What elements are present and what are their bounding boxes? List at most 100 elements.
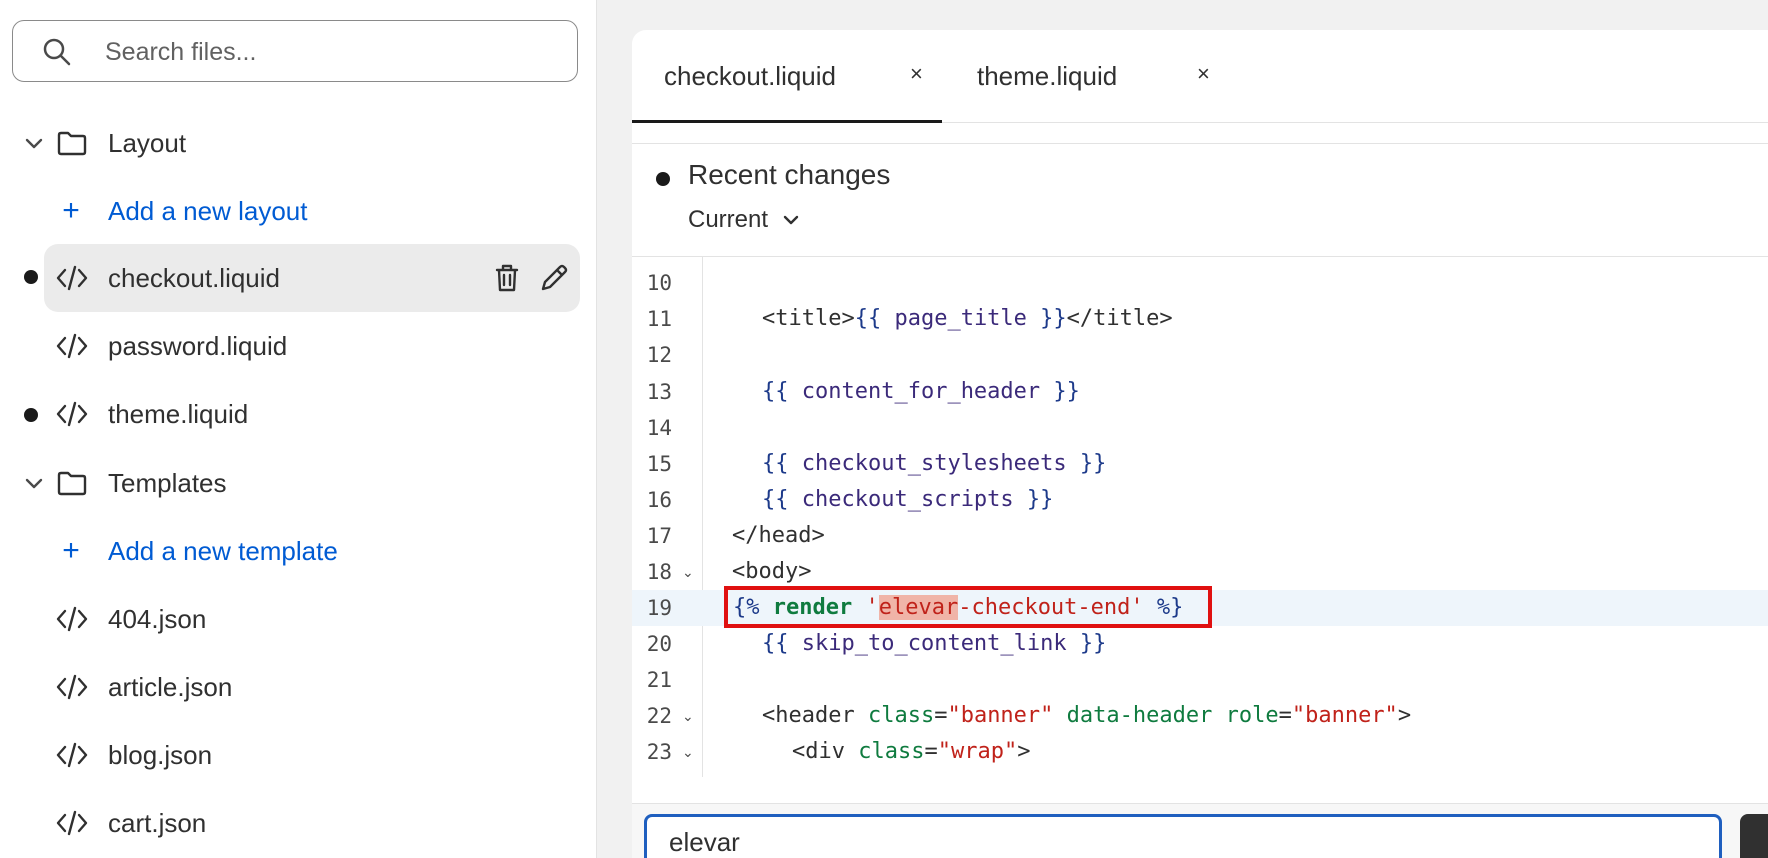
file-item-404-json[interactable]: 404.json	[0, 589, 596, 649]
folder-label: Layout	[108, 128, 187, 158]
find-bar	[632, 803, 1768, 858]
folder-templates[interactable]: Templates	[0, 453, 596, 513]
editor-card: checkout.liquid × theme.liquid × Recent …	[632, 30, 1768, 858]
find-button[interactable]	[1740, 814, 1768, 858]
tab-bar: checkout.liquid × theme.liquid ×	[632, 30, 1768, 123]
trash-icon[interactable]	[490, 261, 524, 295]
line-number: 14	[646, 416, 672, 440]
code-text: <div class="wrap">	[792, 739, 1031, 764]
tab-checkout-liquid[interactable]: checkout.liquid ×	[632, 30, 942, 123]
code-line[interactable]: 10	[632, 265, 1768, 301]
add-layout-button[interactable]: + Add a new layout	[0, 181, 596, 241]
search-input[interactable]	[103, 31, 567, 73]
code-text: {{ checkout_scripts }}	[762, 487, 1054, 512]
modified-dot	[24, 270, 38, 284]
line-number: 13	[646, 380, 672, 404]
code-line[interactable]: 21	[632, 662, 1768, 698]
annotation-highlight-box	[724, 586, 1212, 628]
fold-chevron-icon[interactable]: ⌄	[682, 744, 694, 761]
code-icon	[56, 333, 88, 359]
file-label: 404.json	[108, 604, 207, 634]
line-number: 12	[646, 343, 672, 367]
tab-label: checkout.liquid	[664, 61, 836, 91]
code-line[interactable]: 15 {{ checkout_stylesheets }}	[632, 446, 1768, 482]
code-icon	[56, 401, 88, 427]
recent-changes-title: Recent changes	[688, 159, 891, 190]
code-icon	[56, 265, 88, 291]
chevron-down-icon	[783, 215, 799, 225]
code-line[interactable]: 18 ⌄ <body>	[632, 554, 1768, 590]
find-input[interactable]	[644, 814, 1722, 858]
code-line[interactable]: 20 {{ skip_to_content_link }}	[632, 626, 1768, 662]
line-number: 18	[646, 560, 672, 584]
version-select[interactable]: Current	[688, 206, 802, 234]
file-item-password-liquid[interactable]: password.liquid	[0, 316, 596, 376]
code-line[interactable]: 11 <title>{{ page_title }}</title>	[632, 301, 1768, 337]
editor-panel: checkout.liquid × theme.liquid × Recent …	[597, 0, 1768, 858]
fold-chevron-icon[interactable]: ⌄	[682, 708, 694, 725]
file-item-theme-liquid[interactable]: theme.liquid	[0, 384, 596, 444]
line-number: 16	[646, 488, 672, 512]
folder-label: Templates	[108, 468, 227, 498]
line-number: 15	[646, 452, 672, 476]
code-text: {{ skip_to_content_link }}	[762, 631, 1107, 656]
line-number: 10	[646, 271, 672, 295]
code-text: </head>	[732, 523, 825, 548]
code-line[interactable]: 17 </head>	[632, 518, 1768, 554]
folder-icon	[57, 131, 87, 156]
code-line[interactable]: 16 {{ checkout_scripts }}	[632, 482, 1768, 518]
fold-chevron-icon[interactable]: ⌄	[682, 564, 694, 581]
code-text: <header class="banner" data-header role=…	[762, 703, 1412, 728]
code-text: <body>	[732, 559, 812, 584]
code-icon	[56, 742, 88, 768]
file-sidebar: Layout + Add a new layout checkout.liqui…	[0, 0, 597, 858]
file-label: checkout.liquid	[108, 263, 280, 293]
code-line[interactable]: 14	[632, 410, 1768, 446]
tab-label: theme.liquid	[977, 61, 1118, 91]
file-item-cart-json[interactable]: cart.json	[0, 793, 596, 853]
add-layout-label[interactable]: Add a new layout	[108, 181, 307, 241]
modified-dot	[24, 408, 38, 422]
code-editor[interactable]: 10 11 <title>{{ page_title }}</title> 12…	[632, 257, 1768, 777]
file-label: article.json	[108, 672, 233, 702]
code-text: <title>{{ page_title }}</title>	[762, 306, 1173, 331]
search-box[interactable]	[12, 20, 578, 82]
modified-dot	[656, 172, 670, 186]
code-line[interactable]: 12	[632, 337, 1768, 373]
code-text: {{ checkout_stylesheets }}	[762, 451, 1107, 476]
file-label: cart.json	[108, 808, 207, 838]
line-number: 11	[646, 307, 672, 331]
close-icon[interactable]: ×	[910, 30, 923, 118]
close-icon[interactable]: ×	[1197, 30, 1210, 118]
file-item-blog-json[interactable]: blog.json	[0, 725, 596, 785]
code-icon	[56, 810, 88, 836]
file-item-article-json[interactable]: article.json	[0, 657, 596, 717]
code-line[interactable]: 22 ⌄ <header class="banner" data-header …	[632, 698, 1768, 734]
plus-icon: +	[62, 194, 80, 227]
add-template-button[interactable]: + Add a new template	[0, 521, 596, 581]
folder-layout[interactable]: Layout	[0, 113, 596, 173]
code-icon	[56, 674, 88, 700]
edit-icon[interactable]	[537, 261, 571, 295]
recent-changes-header: Recent changes Current	[632, 144, 1768, 257]
editor-body: Recent changes Current 10 11 <title>{{ p…	[632, 143, 1768, 858]
plus-icon: +	[62, 534, 80, 567]
file-label: blog.json	[108, 740, 213, 770]
line-number: 21	[646, 668, 672, 692]
line-number: 17	[646, 524, 672, 548]
code-line[interactable]: 13 {{ content_for_header }}	[632, 374, 1768, 410]
chevron-down-icon[interactable]	[20, 129, 48, 157]
line-number: 19	[646, 596, 672, 620]
code-line[interactable]: 23 ⌄ <div class="wrap">	[632, 734, 1768, 770]
add-template-label[interactable]: Add a new template	[108, 521, 338, 581]
folder-icon	[57, 471, 87, 496]
chevron-down-icon[interactable]	[20, 469, 48, 497]
line-number: 20	[646, 632, 672, 656]
version-select-value: Current	[688, 206, 769, 233]
search-icon	[43, 38, 71, 66]
line-number: 22	[646, 704, 672, 728]
file-label: theme.liquid	[108, 399, 249, 429]
tab-theme-liquid[interactable]: theme.liquid ×	[942, 30, 1242, 122]
code-text: {{ content_for_header }}	[762, 379, 1080, 404]
file-item-checkout-liquid[interactable]: checkout.liquid	[0, 244, 596, 312]
